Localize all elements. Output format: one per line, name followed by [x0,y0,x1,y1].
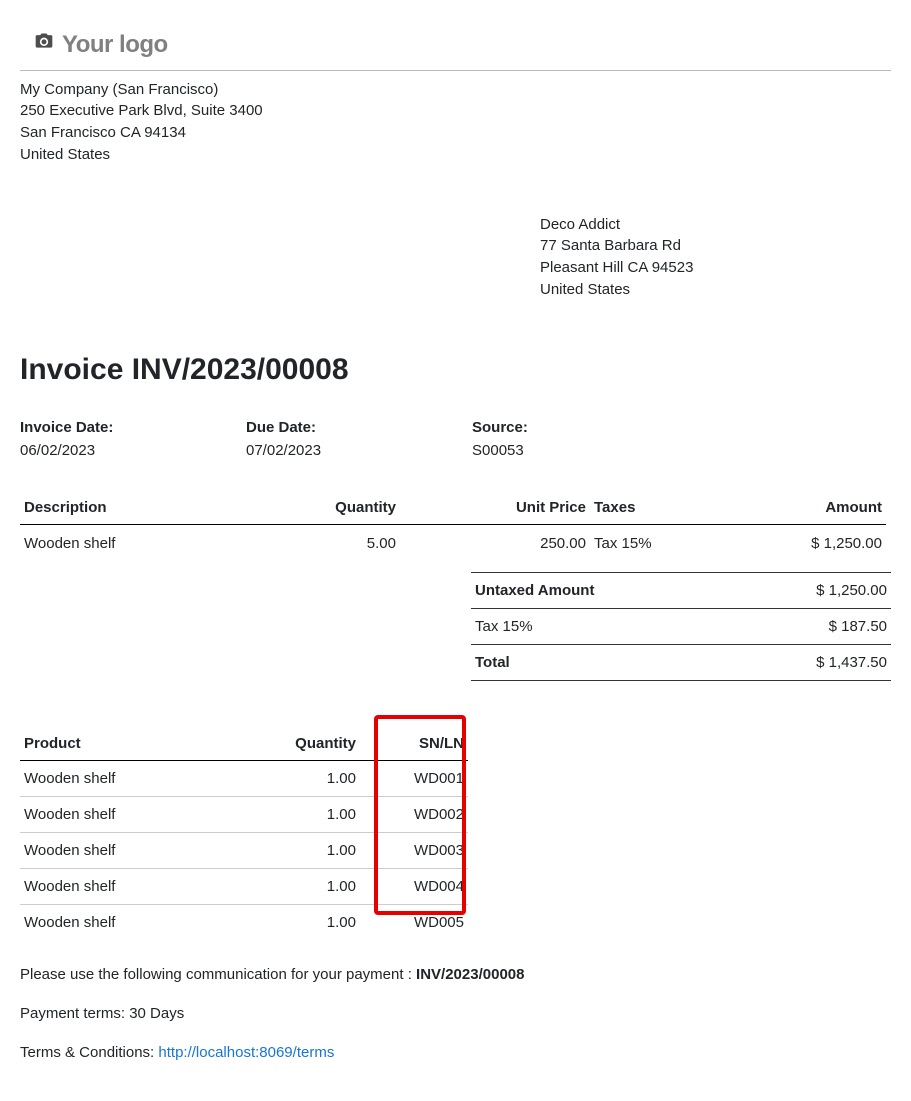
client-country: United States [540,279,693,301]
totals-block: Untaxed Amount $ 1,250.00 Tax 15% $ 187.… [471,572,891,681]
client-street: 77 Santa Barbara Rd [540,235,693,257]
camera-icon [34,31,54,59]
terms-link[interactable]: http://localhost:8069/terms [158,1044,334,1061]
logo-placeholder-text: Your logo [62,28,168,62]
cell-snln: WD004 [360,868,468,904]
communication-prefix: Please use the following communication f… [20,966,416,983]
cell-taxes: Tax 15% [590,524,690,562]
cell-quantity: 1.00 [250,760,360,796]
client-name: Deco Addict [540,214,693,236]
client-city-line: Pleasant Hill CA 94523 [540,257,693,279]
total-label: Total [475,652,510,673]
source-label: Source: [472,417,698,438]
cell-quantity: 5.00 [270,524,400,562]
tax-label: Tax 15% [475,616,533,637]
communication-ref: INV/2023/00008 [416,966,524,983]
cell-quantity: 1.00 [250,832,360,868]
col-amount: Amount [690,491,886,525]
table-row: Wooden shelf 5.00 250.00 Tax 15% $ 1,250… [20,524,886,562]
cell-product: Wooden shelf [20,796,250,832]
table-header-row: Description Quantity Unit Price Taxes Am… [20,491,886,525]
source-value: S00053 [472,440,698,461]
cell-snln: WD005 [360,904,468,940]
table-row: Wooden shelf1.00WD002 [20,796,468,832]
cell-snln: WD001 [360,760,468,796]
due-date-label: Due Date: [246,417,472,438]
cell-quantity: 1.00 [250,904,360,940]
cell-product: Wooden shelf [20,832,250,868]
col-product: Product [20,727,250,761]
col-description: Description [20,491,270,525]
cell-description: Wooden shelf [20,524,270,562]
cell-quantity: 1.00 [250,868,360,904]
invoice-date-value: 06/02/2023 [20,440,246,461]
table-row: Wooden shelf1.00WD003 [20,832,468,868]
invoice-date-label: Invoice Date: [20,417,246,438]
col-snln: SN/LN [360,727,468,761]
cell-product: Wooden shelf [20,760,250,796]
cell-product: Wooden shelf [20,868,250,904]
cell-product: Wooden shelf [20,904,250,940]
col-unit-price: Unit Price [400,491,590,525]
company-address-block: My Company (San Francisco) 250 Executive… [20,79,891,166]
company-name: My Company (San Francisco) [20,79,891,101]
logo-placeholder: Your logo [20,20,891,71]
table-row: Wooden shelf1.00WD004 [20,868,468,904]
total-value: $ 1,437.50 [816,652,887,673]
payment-communication-note: Please use the following communication f… [20,964,891,985]
col-quantity: Quantity [250,727,360,761]
company-street: 250 Executive Park Blvd, Suite 3400 [20,100,891,122]
col-taxes: Taxes [590,491,690,525]
company-city-line: San Francisco CA 94134 [20,122,891,144]
table-row: Wooden shelf1.00WD001 [20,760,468,796]
due-date-value: 07/02/2023 [246,440,472,461]
company-country: United States [20,144,891,166]
client-address-block: Deco Addict 77 Santa Barbara Rd Pleasant… [540,214,693,301]
invoice-lines-table: Description Quantity Unit Price Taxes Am… [20,491,886,562]
untaxed-value: $ 1,250.00 [816,580,887,601]
snln-table: Product Quantity SN/LN Wooden shelf1.00W… [20,727,468,940]
col-quantity: Quantity [270,491,400,525]
tax-value: $ 187.50 [829,616,887,637]
cell-amount: $ 1,250.00 [690,524,886,562]
cell-snln: WD002 [360,796,468,832]
payment-terms-note: Payment terms: 30 Days [20,1003,891,1024]
cell-quantity: 1.00 [250,796,360,832]
table-row: Wooden shelf1.00WD005 [20,904,468,940]
terms-prefix: Terms & Conditions: [20,1044,158,1061]
cell-unit-price: 250.00 [400,524,590,562]
meta-row: Invoice Date: 06/02/2023 Due Date: 07/02… [20,417,891,461]
document-title: Invoice INV/2023/00008 [20,349,891,391]
table-header-row: Product Quantity SN/LN [20,727,468,761]
terms-and-conditions-note: Terms & Conditions: http://localhost:806… [20,1042,891,1063]
cell-snln: WD003 [360,832,468,868]
untaxed-label: Untaxed Amount [475,580,594,601]
